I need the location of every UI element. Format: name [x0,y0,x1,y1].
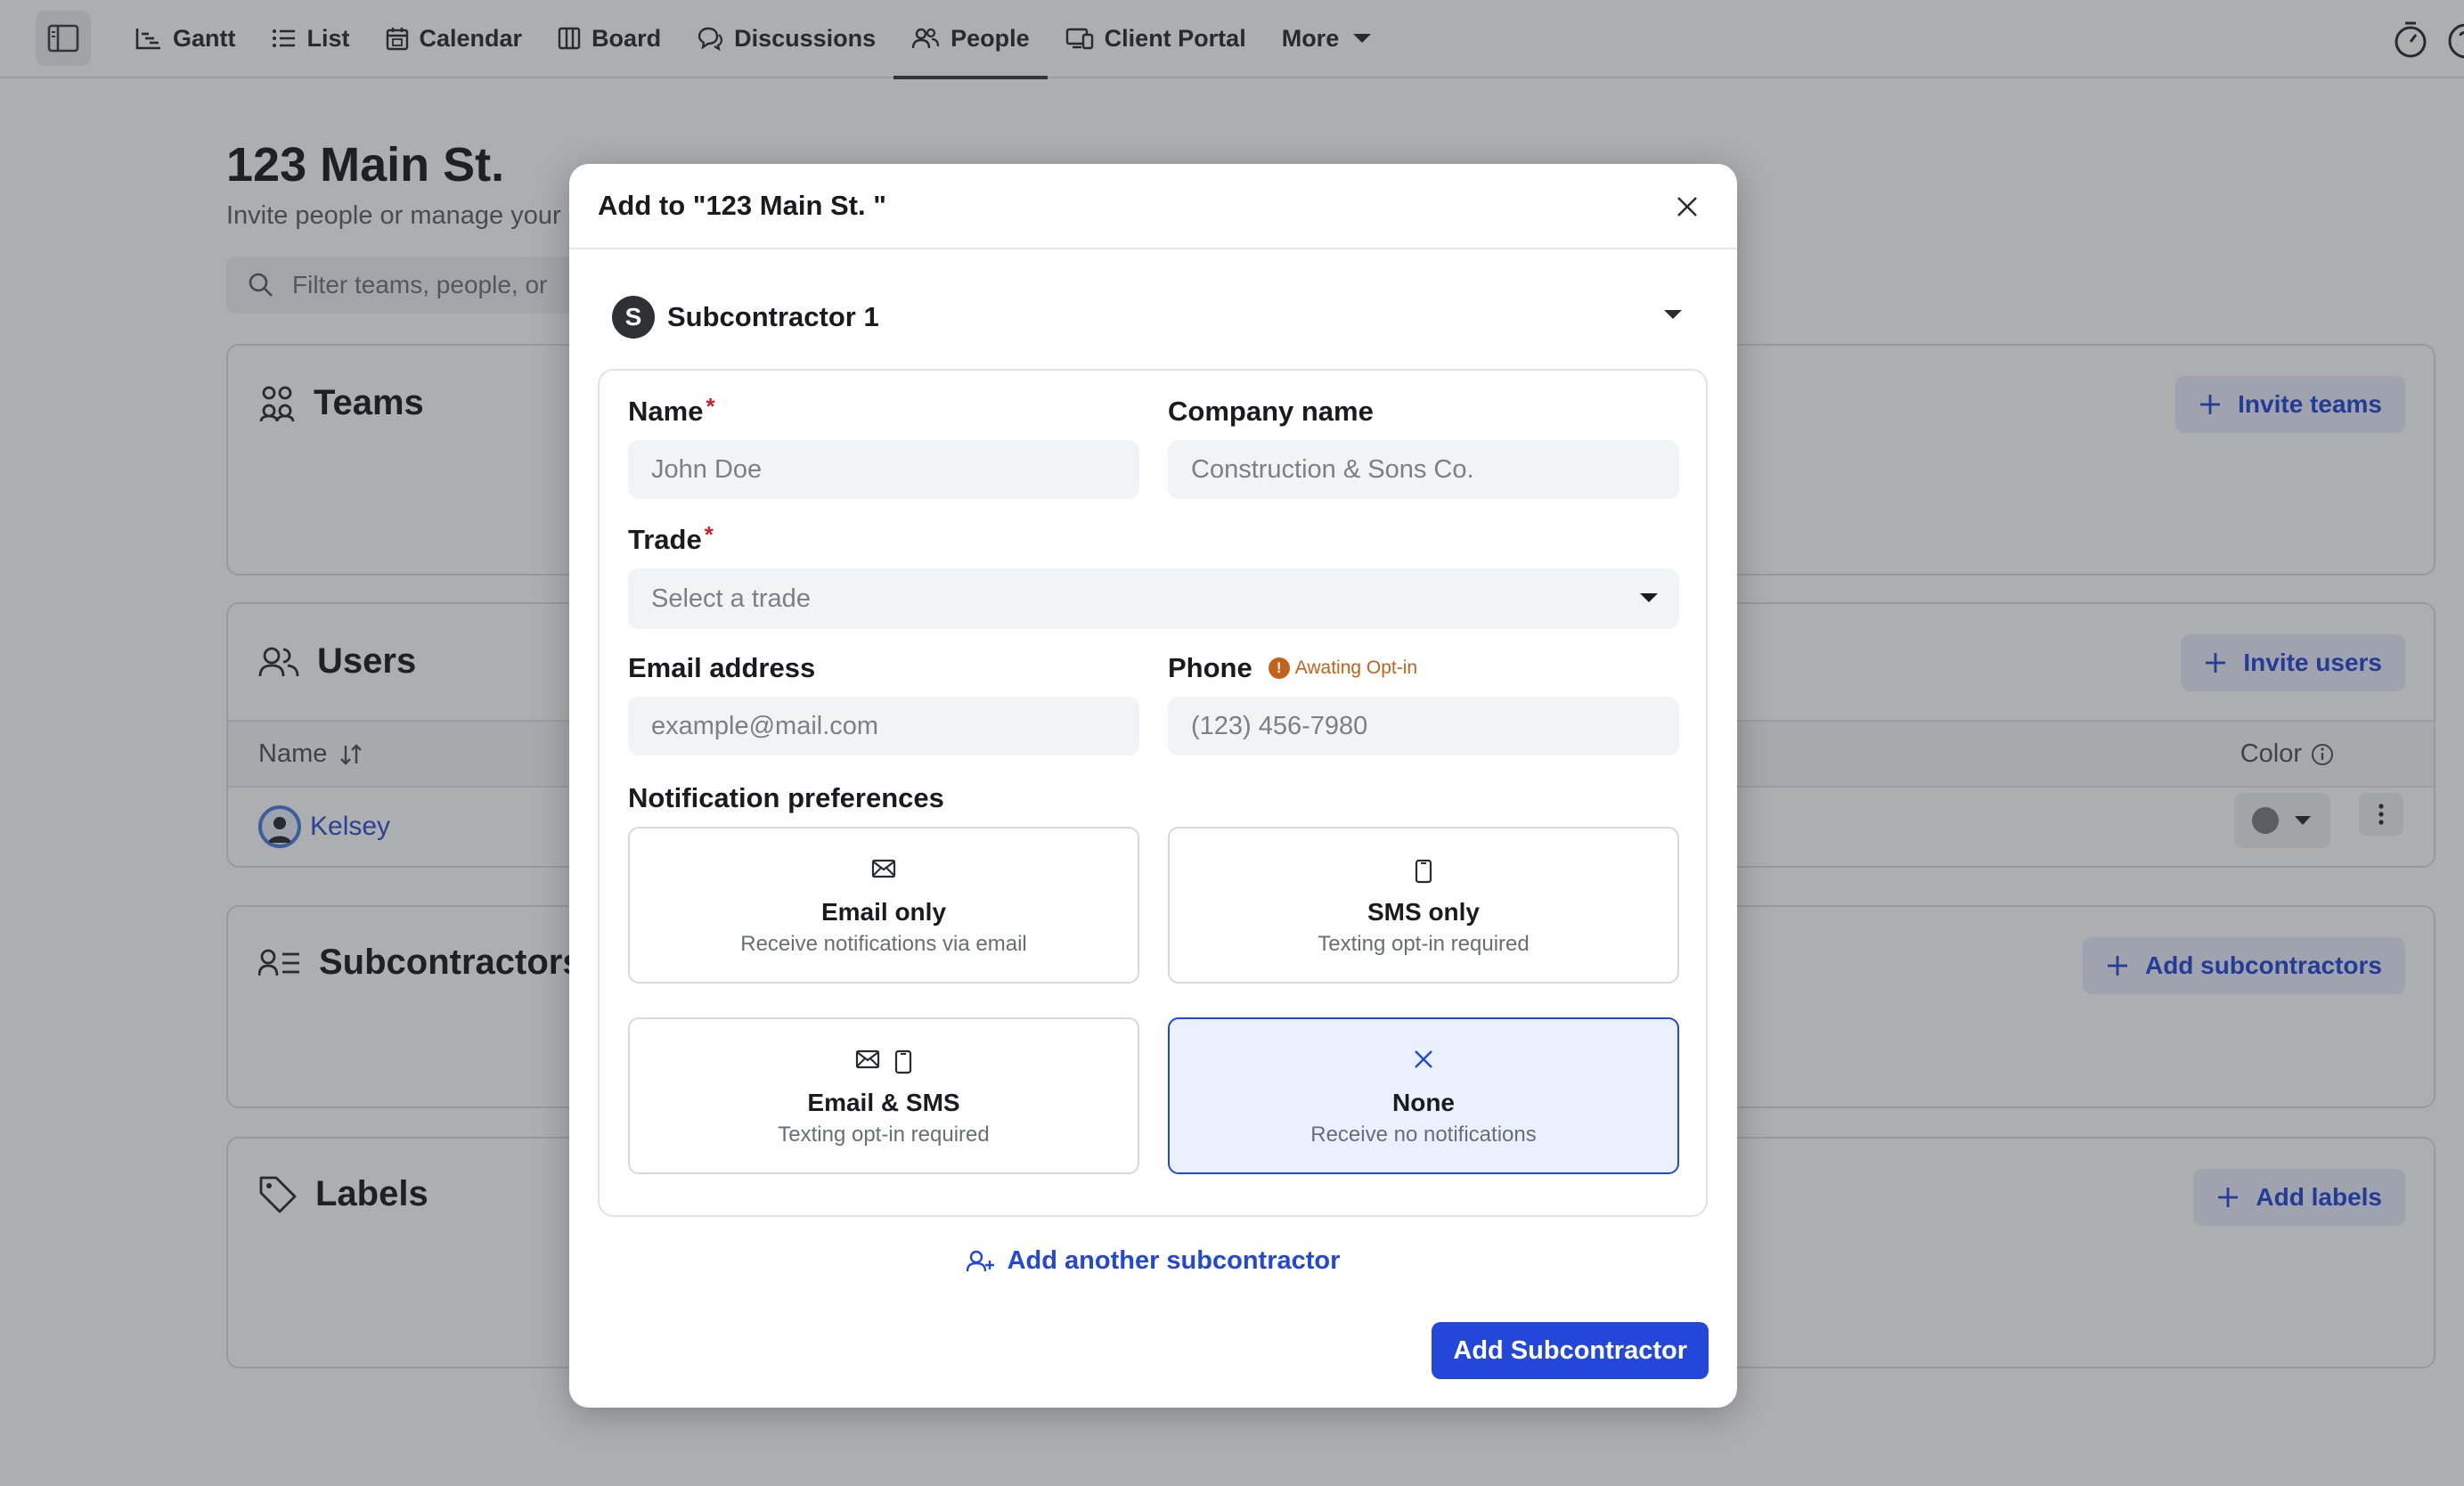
pref-desc: Receive notifications via email [740,932,1027,956]
trade-select[interactable]: Select a trade [628,568,1679,629]
pref-email-only[interactable]: Email only Receive notifications via ema… [628,827,1139,984]
required-marker: * [704,520,714,548]
pref-desc: Texting opt-in required [778,1123,990,1147]
subcontractor-name: Subcontractor 1 [667,301,879,332]
trade-label-text: Trade [628,524,702,555]
subcontractor-badge: S [612,296,655,339]
envelope-icon [855,1049,880,1069]
add-subcontractor-modal: Add to "123 Main St. " S Subcontractor 1… [569,164,1737,1408]
company-label: Company name [1168,396,1374,427]
add-another-subcontractor-link[interactable]: Add another subcontractor [569,1246,1737,1276]
name-field[interactable]: John Doe [628,440,1139,499]
add-user-icon [966,1250,994,1271]
phone-label: Phone ! Awating Opt-in [1168,652,1417,684]
trade-placeholder: Select a trade [651,584,811,613]
close-button[interactable] [1671,191,1703,223]
pref-icons [630,859,1138,878]
phone-field[interactable]: (123) 456-7980 [1168,697,1679,755]
submit-label: Add Subcontractor [1453,1335,1687,1365]
email-field[interactable]: example@mail.com [628,697,1139,755]
trade-label: Trade * [628,520,714,556]
pref-none[interactable]: None Receive no notifications [1168,1017,1679,1174]
name-placeholder: John Doe [651,454,763,484]
pref-desc: Receive no notifications [1310,1123,1537,1147]
pref-icons [1170,859,1677,884]
pref-sms-only[interactable]: SMS only Texting opt-in required [1168,827,1679,984]
envelope-icon [871,859,896,878]
company-field[interactable]: Construction & Sons Co. [1168,440,1679,499]
pref-title: None [1392,1089,1455,1116]
subcontractor-accordion-toggle[interactable]: S Subcontractor 1 [612,290,1694,344]
modal-title: Add to "123 Main St. " [598,190,886,221]
notification-preferences-label: Notification preferences [628,782,944,813]
opt-in-status-text: Awating Opt-in [1294,657,1418,678]
phone-placeholder: (123) 456-7980 [1191,711,1368,740]
pref-title: Email & SMS [807,1089,960,1116]
required-marker: * [706,392,715,420]
pref-title: Email only [820,898,947,926]
pref-title: SMS only [1367,898,1480,926]
name-label-text: Name [628,396,704,427]
add-subcontractor-submit-button[interactable]: Add Subcontractor [1432,1322,1709,1379]
company-placeholder: Construction & Sons Co. [1191,454,1474,484]
phone-icon [894,1049,912,1074]
warning-icon: ! [1268,657,1290,679]
close-icon [1677,197,1697,216]
phone-label-text: Phone [1168,652,1252,683]
add-another-label: Add another subcontractor [1007,1246,1341,1275]
x-icon [1415,1050,1432,1068]
opt-in-status-badge: ! Awating Opt-in [1268,657,1418,679]
pref-email-and-sms[interactable]: Email & SMS Texting opt-in required [628,1017,1139,1174]
chevron-down-icon [1664,310,1682,319]
email-placeholder: example@mail.com [651,711,879,740]
pref-icons [630,1049,1138,1074]
chevron-down-icon [1640,593,1658,602]
pref-icons [1170,1049,1677,1069]
email-label: Email address [628,652,816,683]
name-label: Name * [628,392,715,428]
pref-desc: Texting opt-in required [1318,932,1530,956]
phone-icon [1415,859,1432,884]
subcontractor-form: Name * John Doe Company name Construction… [598,369,1708,1217]
modal-header: Add to "123 Main St. " [569,164,1737,249]
